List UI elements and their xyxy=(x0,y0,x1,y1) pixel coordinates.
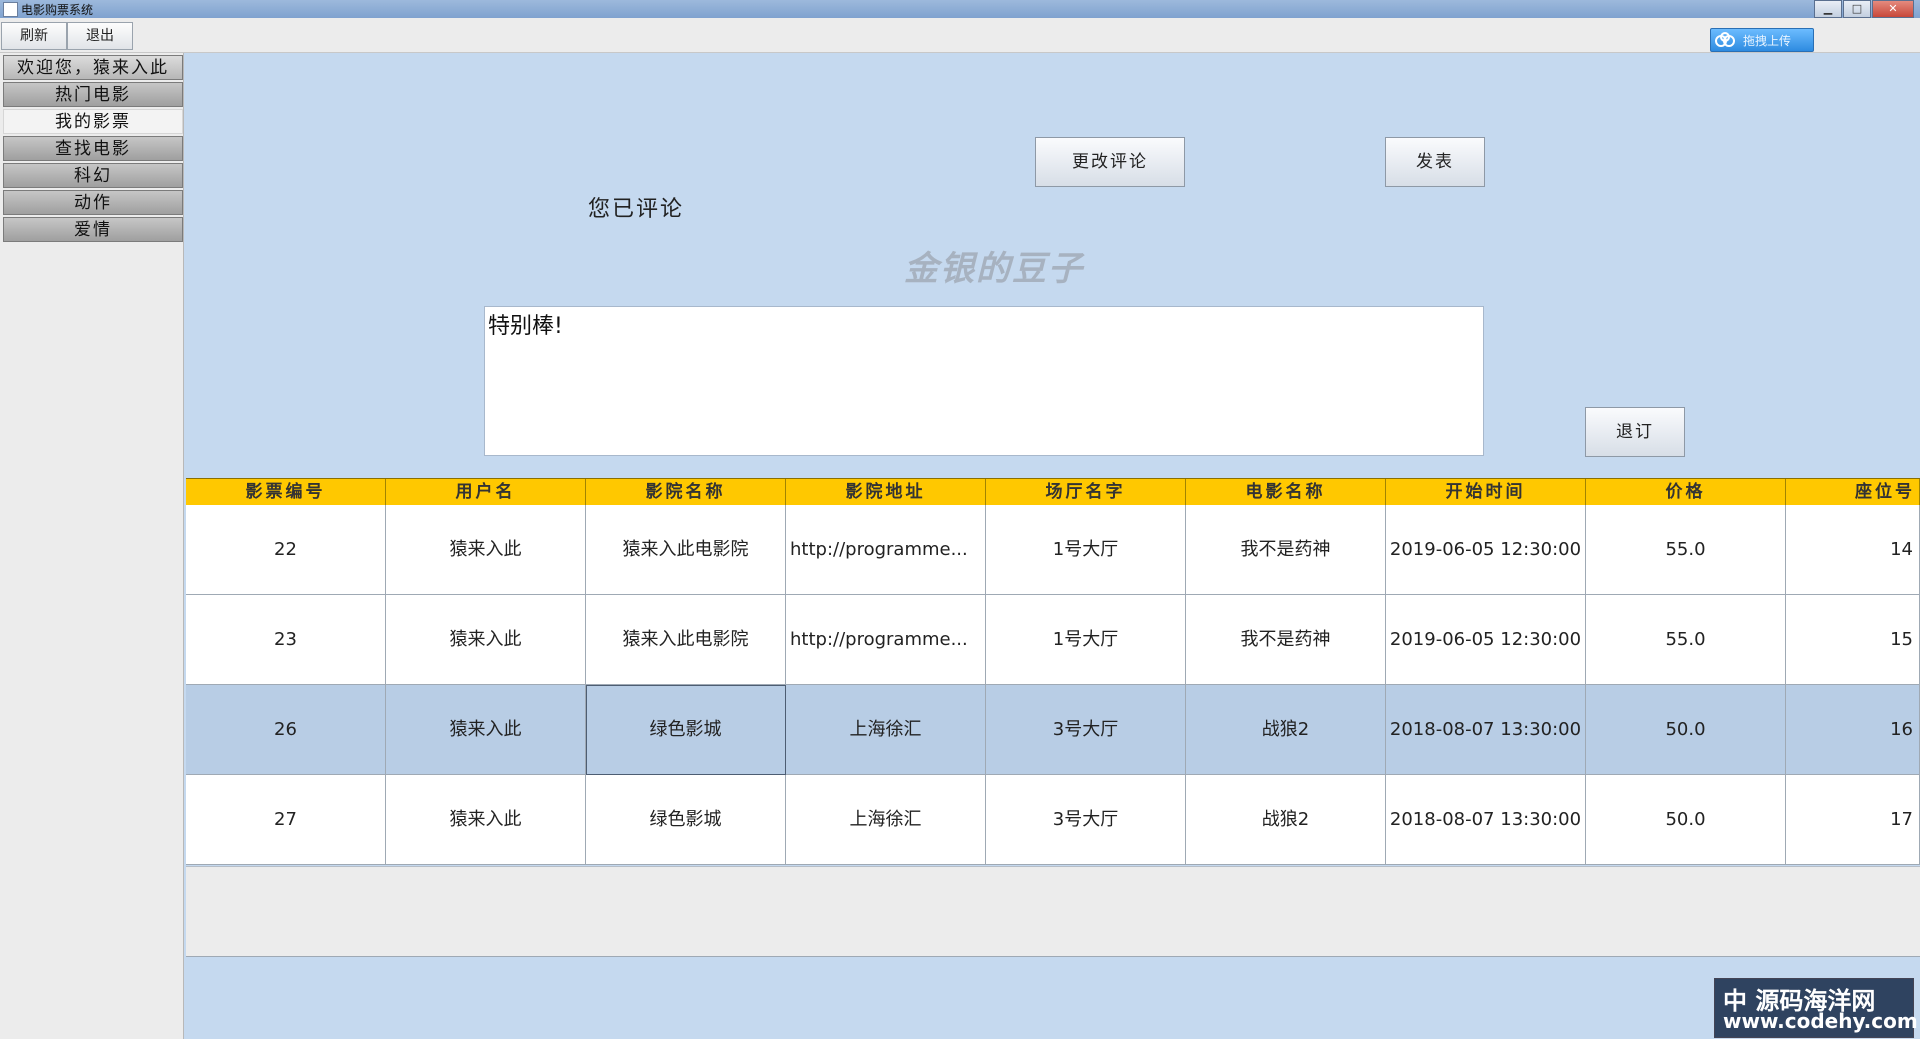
cell-cinema-address[interactable]: http://programme... xyxy=(786,505,986,595)
cell-ticket-id[interactable]: 22 xyxy=(186,505,386,595)
cell-start-time[interactable]: 2019-06-05 12:30:00 xyxy=(1386,505,1586,595)
cell-username[interactable]: 猿来入此 xyxy=(386,595,586,685)
cell-username[interactable]: 猿来入此 xyxy=(386,505,586,595)
refund-button[interactable]: 退订 xyxy=(1585,407,1685,457)
window-controls: ▁ □ ✕ xyxy=(1813,0,1914,18)
baidu-upload-label: 拖拽上传 xyxy=(1743,34,1792,48)
sidebar-item-hot-movies[interactable]: 热门电影 xyxy=(3,82,183,107)
close-icon[interactable]: ✕ xyxy=(1872,0,1914,18)
movie-title: 金银的豆子 xyxy=(904,249,1084,289)
cell-ticket-id[interactable]: 26 xyxy=(186,685,386,775)
window-title: 电影购票系统 xyxy=(21,3,94,17)
cell-movie-name[interactable]: 我不是药神 xyxy=(1186,505,1386,595)
cell-cinema-address[interactable]: 上海徐汇 xyxy=(786,775,986,865)
cell-movie-name[interactable]: 战狼2 xyxy=(1186,685,1386,775)
publish-button[interactable]: 发表 xyxy=(1385,137,1485,187)
cell-seat[interactable]: 15 xyxy=(1786,595,1920,685)
maximize-icon[interactable]: □ xyxy=(1843,0,1871,18)
cell-cinema-name[interactable]: 绿色影城 xyxy=(586,775,786,865)
refresh-button[interactable]: 刷新 xyxy=(1,22,67,50)
table-empty-area xyxy=(186,866,1920,957)
window-title-bar: 电影购票系统 ▁ □ ✕ xyxy=(0,0,1920,18)
cell-cinema-name[interactable]: 猿来入此电影院 xyxy=(586,595,786,685)
cell-start-time[interactable]: 2019-06-05 12:30:00 xyxy=(1386,595,1586,685)
sidebar-item-romance[interactable]: 爱情 xyxy=(3,217,183,242)
table-header: 影票编号 用户名 影院名称 影院地址 场厅名字 电影名称 开始时间 价格 座位号 xyxy=(186,478,1920,505)
column-header[interactable]: 场厅名字 xyxy=(986,479,1186,505)
comment-textarea[interactable]: 特别棒! xyxy=(484,306,1484,456)
column-header[interactable]: 用户名 xyxy=(386,479,586,505)
table-row[interactable]: 22 猿来入此 猿来入此电影院 http://programme... 1号大厅… xyxy=(186,505,1920,595)
cell-seat[interactable]: 14 xyxy=(1786,505,1920,595)
app-icon xyxy=(3,2,18,17)
cell-cinema-address[interactable]: http://programme... xyxy=(786,595,986,685)
review-status-label: 您已评论 xyxy=(588,197,685,222)
cell-ticket-id[interactable]: 27 xyxy=(186,775,386,865)
table-row-selected[interactable]: 26 猿来入此 绿色影城 上海徐汇 3号大厅 战狼2 2018-08-07 13… xyxy=(186,685,1920,775)
cell-ticket-id[interactable]: 23 xyxy=(186,595,386,685)
cell-cinema-address[interactable]: 上海徐汇 xyxy=(786,685,986,775)
column-header[interactable]: 影票编号 xyxy=(186,479,386,505)
cell-username[interactable]: 猿来入此 xyxy=(386,775,586,865)
cell-start-time[interactable]: 2018-08-07 13:30:00 xyxy=(1386,775,1586,865)
cell-movie-name[interactable]: 我不是药神 xyxy=(1186,595,1386,685)
sidebar-welcome: 欢迎您，猿来入此 xyxy=(3,55,183,80)
column-header[interactable]: 影院地址 xyxy=(786,479,986,505)
sidebar-item-my-tickets[interactable]: 我的影票 xyxy=(3,109,183,134)
cell-price[interactable]: 55.0 xyxy=(1586,505,1786,595)
column-header[interactable]: 座位号 xyxy=(1786,479,1920,505)
cell-price[interactable]: 50.0 xyxy=(1586,685,1786,775)
column-header[interactable]: 开始时间 xyxy=(1386,479,1586,505)
change-comment-button[interactable]: 更改评论 xyxy=(1035,137,1185,187)
exit-button[interactable]: 退出 xyxy=(67,22,133,50)
cell-hall-name[interactable]: 1号大厅 xyxy=(986,595,1186,685)
baidu-upload-button[interactable]: 拖拽上传 xyxy=(1710,28,1814,52)
column-header[interactable]: 价格 xyxy=(1586,479,1786,505)
column-header[interactable]: 电影名称 xyxy=(1186,479,1386,505)
site-watermark: 中 源码海洋网 www.codehy.com xyxy=(1714,978,1918,1038)
cell-hall-name[interactable]: 3号大厅 xyxy=(986,685,1186,775)
cell-hall-name[interactable]: 3号大厅 xyxy=(986,775,1186,865)
cell-username[interactable]: 猿来入此 xyxy=(386,685,586,775)
table-row[interactable]: 23 猿来入此 猿来入此电影院 http://programme... 1号大厅… xyxy=(186,595,1920,685)
cell-hall-name[interactable]: 1号大厅 xyxy=(986,505,1186,595)
tickets-table: 影票编号 用户名 影院名称 影院地址 场厅名字 电影名称 开始时间 价格 座位号… xyxy=(186,478,1920,865)
cell-cinema-name[interactable]: 绿色影城 xyxy=(586,685,786,775)
toolbar: 刷新 退出 xyxy=(0,18,1920,53)
cloud-icon xyxy=(1715,32,1735,47)
table-row[interactable]: 27 猿来入此 绿色影城 上海徐汇 3号大厅 战狼2 2018-08-07 13… xyxy=(186,775,1920,865)
cell-price[interactable]: 55.0 xyxy=(1586,595,1786,685)
column-header[interactable]: 影院名称 xyxy=(586,479,786,505)
cell-cinema-name[interactable]: 猿来入此电影院 xyxy=(586,505,786,595)
cell-seat[interactable]: 16 xyxy=(1786,685,1920,775)
cell-seat[interactable]: 17 xyxy=(1786,775,1920,865)
sidebar: 欢迎您，猿来入此 热门电影 我的影票 查找电影 科幻 动作 爱情 xyxy=(0,53,184,1039)
cell-movie-name[interactable]: 战狼2 xyxy=(1186,775,1386,865)
watermark-line2: www.codehy.com xyxy=(1723,1009,1918,1033)
cell-price[interactable]: 50.0 xyxy=(1586,775,1786,865)
sidebar-item-action[interactable]: 动作 xyxy=(3,190,183,215)
sidebar-item-scifi[interactable]: 科幻 xyxy=(3,163,183,188)
minimize-icon[interactable]: ▁ xyxy=(1814,0,1842,18)
cell-start-time[interactable]: 2018-08-07 13:30:00 xyxy=(1386,685,1586,775)
sidebar-item-search-movie[interactable]: 查找电影 xyxy=(3,136,183,161)
